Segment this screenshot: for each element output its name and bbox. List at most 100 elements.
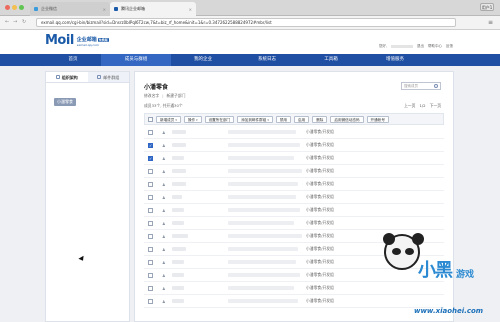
row-checkbox[interactable] [148, 234, 153, 239]
forward-arrow-icon[interactable]: → [13, 19, 17, 26]
page-header: Moil 企业邮箱 免费版 exmail.qq.com 您好, 退出 帮助中心 反… [0, 30, 500, 54]
feedback-link[interactable]: 反馈 [446, 44, 453, 49]
nav-my-company[interactable]: 我的企业 [171, 54, 235, 66]
nav-system-log[interactable]: 系统日志 [235, 54, 299, 66]
disable-button[interactable]: 禁用 [275, 115, 292, 123]
row-checkbox[interactable]: ✓ [148, 143, 153, 148]
nav-members-groups[interactable]: 成员与群组 [101, 54, 171, 66]
person-icon: ♟ [162, 169, 166, 174]
member-search-input[interactable]: 搜索成员 [401, 82, 441, 90]
person-icon: ♟ [162, 195, 166, 200]
separator: | [162, 93, 164, 98]
logout-link[interactable]: 退出 [417, 44, 424, 49]
delete-button[interactable]: 删除 [312, 115, 328, 123]
row-checkbox[interactable]: ✓ [148, 156, 153, 161]
table-row[interactable]: ♟ 小潘零食/开发组 [144, 126, 444, 139]
browser-tab-exmail[interactable]: 腾讯企业邮箱 × [110, 2, 196, 16]
blurred-member-email [228, 195, 296, 199]
nav-home[interactable]: 首页 [45, 54, 101, 66]
help-link[interactable]: 帮助中心 [428, 44, 442, 49]
table-row[interactable]: ♟ 小潘零食/开发组 [144, 191, 444, 204]
back-arrow-icon[interactable]: ← [5, 19, 9, 26]
row-checkbox[interactable] [148, 273, 153, 278]
row-checkbox[interactable] [148, 247, 153, 252]
rename-link[interactable]: 修改名字 [144, 93, 159, 99]
tab-mail-groups[interactable]: 邮件群组 [87, 72, 129, 82]
exmail-logo[interactable]: Moil 企业邮箱 免费版 exmail.qq.com [45, 34, 109, 47]
nav-toolbox[interactable]: 工具箱 [299, 54, 363, 66]
tab-org-structure[interactable]: 组织架构 [46, 72, 88, 82]
browser-menu-icon[interactable]: ≡ [488, 19, 493, 26]
table-row[interactable]: ♟ 小潘零食/开发组 [144, 178, 444, 191]
browser-tab-wechat-work[interactable]: 企业微信 × [30, 2, 110, 16]
enable-button[interactable]: 启用 [294, 115, 310, 123]
row-checkbox[interactable] [148, 221, 153, 226]
minimize-window-icon[interactable] [12, 5, 17, 10]
blurred-member-name [172, 299, 184, 303]
tab-close-icon[interactable]: × [103, 7, 106, 12]
add-member-button[interactable]: 新增成员▾ [156, 115, 181, 123]
enable-wechat-code-button[interactable]: 启用微信动态码 [330, 115, 364, 123]
blurred-username [391, 44, 413, 48]
add-to-group-button[interactable]: 添加到邮件群组▾ [237, 115, 273, 123]
table-row[interactable]: ✓ ♟ 小潘零食/开发组 [144, 152, 444, 165]
org-node-root[interactable]: 小潘零食 [54, 98, 76, 106]
tab-close-icon[interactable]: × [189, 7, 192, 12]
row-checkbox[interactable] [148, 182, 153, 187]
blurred-member-name [172, 221, 184, 225]
operate-label: 操作 [187, 117, 196, 122]
person-icon: ♟ [162, 221, 166, 226]
chevron-down-icon: ▾ [267, 117, 269, 122]
page-indicator: 1/2 [419, 103, 426, 108]
reload-icon[interactable]: ↻ [22, 19, 26, 26]
table-row[interactable]: ✓ ♟ 小潘零食/开发组 [144, 139, 444, 152]
browser-window: 企业微信 × 腾讯企业邮箱 × 用户1 ← → ↻ exmail.qq.com/… [0, 0, 500, 322]
table-row[interactable]: ♟ 小潘零食/开发组 [144, 165, 444, 178]
close-window-icon[interactable] [5, 5, 10, 10]
table-row[interactable]: ♟ 小潘零食/开发组 [144, 269, 444, 282]
row-checkbox[interactable] [148, 286, 153, 291]
browser-user-chip[interactable]: 用户1 [480, 3, 494, 11]
blurred-member-email [228, 247, 298, 251]
row-checkbox[interactable] [148, 195, 153, 200]
table-row[interactable]: ♟ 小潘零食/开发组 [144, 282, 444, 295]
row-checkbox[interactable] [148, 208, 153, 213]
new-subdept-link[interactable]: 新建子部门 [166, 93, 185, 99]
logo-domain-text: exmail.qq.com [76, 43, 99, 47]
table-row[interactable]: ♟ 小潘零食/开发组 [144, 217, 444, 230]
prev-page-link[interactable]: 上一页 [404, 103, 415, 109]
blurred-member-name [172, 286, 184, 290]
row-checkbox[interactable] [148, 130, 153, 135]
person-icon: ♟ [162, 234, 166, 239]
open-account-button[interactable]: 开通帐号 [366, 115, 389, 123]
watermark-subtitle: 游戏 [456, 270, 475, 280]
nav-value-added[interactable]: 增值服务 [363, 54, 427, 66]
person-icon: ♟ [162, 273, 166, 278]
table-row[interactable]: ♟ 小潘零食/开发组 [144, 204, 444, 217]
blurred-member-email [228, 182, 298, 186]
member-department: 小潘零食/开发组 [306, 155, 334, 160]
operate-button[interactable]: 操作▾ [183, 115, 202, 123]
member-department: 小潘零食/开发组 [306, 246, 334, 251]
person-icon: ♟ [162, 182, 166, 187]
maximize-window-icon[interactable] [19, 5, 24, 10]
url-field[interactable]: exmail.qq.com/cgi-bin/bizmail?sid=Dnsrz0… [36, 18, 456, 27]
search-icon[interactable] [434, 84, 438, 88]
member-department: 小潘零食/开发组 [306, 298, 334, 303]
row-checkbox[interactable] [148, 169, 153, 174]
select-all-checkbox[interactable] [148, 116, 153, 122]
row-checkbox[interactable] [148, 260, 153, 265]
chevron-down-icon: ▾ [196, 117, 198, 122]
next-page-link[interactable]: 下一页 [430, 103, 441, 109]
wechat-work-favicon-icon [34, 7, 38, 11]
set-department-button[interactable]: 设置所在部门 [204, 115, 235, 123]
member-department: 小潘零食/开发组 [306, 259, 334, 264]
member-department: 小潘零食/开发组 [306, 285, 334, 290]
table-row[interactable]: ♟ 小潘零食/开发组 [144, 295, 444, 308]
browser-tabbar: 企业微信 × 腾讯企业邮箱 × 用户1 [0, 0, 500, 16]
member-department: 小潘零食/开发组 [306, 194, 334, 199]
greeting-text: 您好, [378, 44, 387, 48]
person-icon: ♟ [162, 130, 166, 135]
row-checkbox[interactable] [148, 299, 153, 304]
blurred-member-email [228, 260, 296, 264]
